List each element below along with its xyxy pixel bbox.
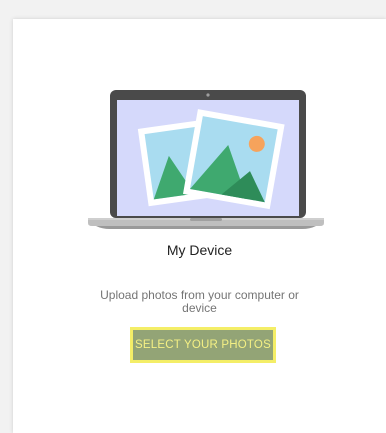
my-device-card: My Device Upload photos from your comput… — [13, 19, 386, 433]
source-title: My Device — [166, 242, 233, 258]
laptop-photos-icon — [88, 90, 324, 229]
select-photos-button[interactable]: SELECT YOUR PHOTOS — [130, 327, 276, 363]
source-description: Upload photos from your computer or devi… — [100, 288, 299, 315]
